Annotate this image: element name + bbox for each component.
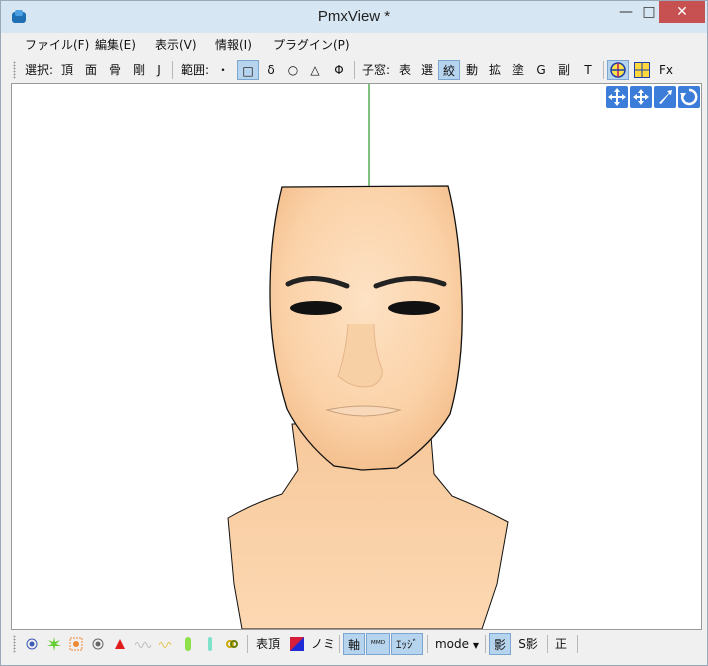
compass-icon [610, 62, 626, 78]
minimize-button[interactable]: — [613, 1, 639, 23]
cyan-pill-icon [208, 637, 212, 651]
child-window-label: 子窓: [361, 63, 391, 77]
table-vertex-button[interactable]: 表頂 [251, 633, 285, 655]
fx-button[interactable]: Fx [655, 60, 677, 80]
child-paint-button[interactable]: 塗 [508, 60, 528, 80]
separator [485, 635, 486, 653]
range-dot-button[interactable]: ・ [213, 60, 233, 80]
select-label: 選択: [24, 63, 54, 77]
title-bar: PmxView * — □ ✕ [1, 1, 707, 33]
maximize-button[interactable]: □ [639, 1, 659, 23]
select-face-button[interactable]: 面 [81, 60, 101, 80]
chain-icon [226, 640, 238, 648]
self-shadow-button[interactable]: S影 [513, 633, 543, 655]
range-label: 範囲: [180, 63, 210, 77]
radio-point-icon [26, 638, 38, 650]
particle-orange-button[interactable] [67, 633, 85, 655]
menu-edit[interactable]: 編集(E) [95, 36, 136, 53]
range-phi-button[interactable]: Φ [329, 60, 349, 80]
correct-button[interactable]: 正 [551, 633, 571, 655]
wave-yellow-icon [158, 642, 172, 648]
separator [339, 635, 340, 653]
select-joint-button[interactable]: J [151, 60, 167, 80]
target-mode-button[interactable] [89, 633, 107, 655]
particle-green-button[interactable] [45, 633, 63, 655]
wave-yellow-button[interactable] [157, 633, 175, 655]
separator [354, 61, 355, 79]
close-button[interactable]: ✕ [659, 1, 705, 23]
separator [603, 61, 604, 79]
range-rect-button[interactable]: □ [237, 60, 259, 80]
menu-bar: ファイル(F) 編集(E) 表示(V) 情報(I) プラグイン(P) [11, 33, 701, 55]
child-t-button[interactable]: T [578, 60, 598, 80]
right-eye [388, 301, 440, 315]
dropdown-arrow-icon: ▼ [472, 641, 479, 650]
point-mode-button[interactable] [23, 633, 41, 655]
select-rigid-button[interactable]: 剛 [129, 60, 149, 80]
child-select-button[interactable]: 選 [417, 60, 437, 80]
shadow-toggle-button[interactable]: 影 [489, 633, 511, 655]
green-pill-icon [185, 637, 191, 651]
child-expand-button[interactable]: 拡 [485, 60, 505, 80]
axis-compass-button[interactable] [607, 60, 629, 80]
status-bar: 表頂 ノミ 軸 ᴹᴹᴰ ｴｯｼﾞ mode ▼ 影 S影 正 [11, 631, 701, 657]
target-icon [92, 638, 104, 650]
mode-dropdown[interactable]: mode ▼ [431, 633, 483, 655]
separator [427, 635, 428, 653]
color-button[interactable] [287, 633, 307, 655]
sparkle-green-icon [47, 637, 61, 651]
pill-green-button[interactable] [179, 633, 197, 655]
child-filter-button[interactable]: 絞 [438, 60, 460, 80]
statusbar-grip[interactable] [13, 635, 16, 653]
tool-bar: 選択: 頂 面 骨 剛 J 範囲: ・ □ δ ○ △ Φ 子窓: 表 選 絞 … [11, 57, 701, 83]
separator [577, 635, 578, 653]
edge-toggle-button[interactable]: ｴｯｼﾞ [391, 633, 423, 655]
axis-toggle-button[interactable]: 軸 [343, 633, 365, 655]
range-triangle-button[interactable]: △ [305, 60, 325, 80]
red-triangle-icon [115, 639, 125, 649]
grid-layout-icon [634, 62, 650, 78]
only-button[interactable]: ノミ [311, 633, 335, 655]
child-g-button[interactable]: G [531, 60, 551, 80]
sparkle-orange-icon [69, 637, 83, 651]
layout-grid-button[interactable] [631, 60, 653, 80]
separator [172, 61, 173, 79]
menu-view[interactable]: 表示(V) [155, 36, 197, 53]
window-title: PmxView * [317, 8, 391, 25]
left-eye [290, 301, 342, 315]
range-circle-button[interactable]: ○ [283, 60, 303, 80]
mode-label: mode [434, 637, 470, 651]
separator [547, 635, 548, 653]
toolbar-grip[interactable] [13, 61, 16, 79]
child-sub-button[interactable]: 副 [554, 60, 574, 80]
chain-button[interactable] [223, 633, 241, 655]
wave-mode-button[interactable] [133, 633, 155, 655]
menu-file[interactable]: ファイル(F) [25, 36, 89, 53]
wave-icon [134, 642, 152, 648]
separator [247, 635, 248, 653]
range-delta-button[interactable]: δ [261, 60, 281, 80]
red-blue-color-icon [290, 637, 304, 651]
select-vertex-button[interactable]: 頂 [57, 60, 77, 80]
3d-viewport[interactable] [11, 83, 702, 630]
child-motion-button[interactable]: 動 [462, 60, 482, 80]
pmxview-window: PmxView * — □ ✕ ファイル(F) 編集(E) 表示(V) 情報(I… [0, 0, 708, 666]
triangle-mode-button[interactable] [111, 633, 129, 655]
3d-model-render [227, 84, 509, 629]
child-table-button[interactable]: 表 [395, 60, 415, 80]
pill-cyan-button[interactable] [201, 633, 219, 655]
select-bone-button[interactable]: 骨 [105, 60, 125, 80]
menu-info[interactable]: 情報(I) [215, 36, 252, 53]
mmd-toggle-button[interactable]: ᴹᴹᴰ [366, 633, 390, 655]
menu-plugin[interactable]: プラグイン(P) [273, 36, 350, 53]
